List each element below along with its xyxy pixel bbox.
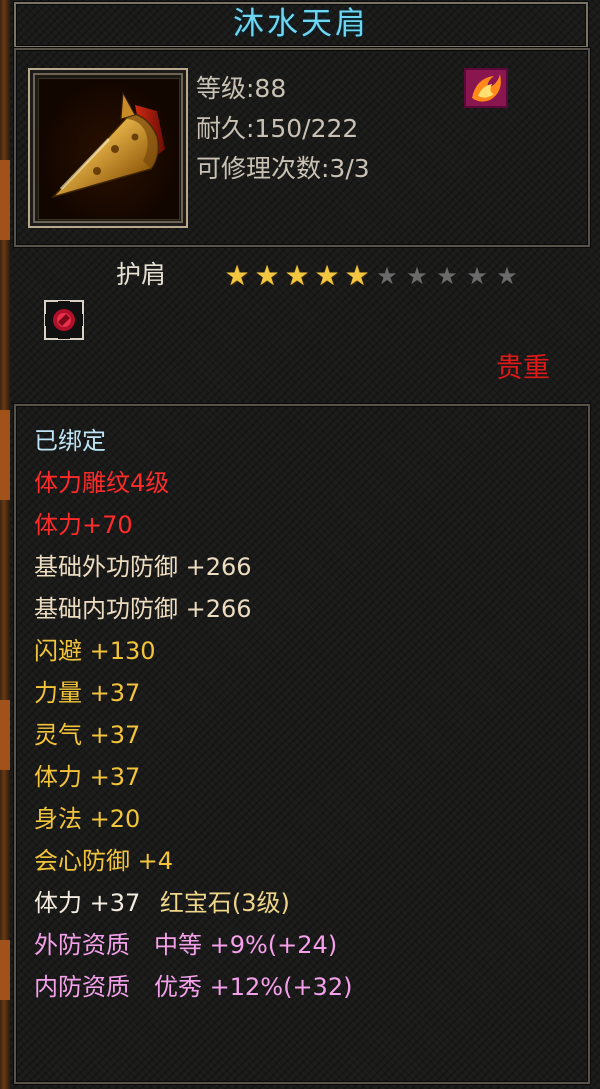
star-filled-icon: ★: [284, 259, 310, 292]
item-level: 等级:88: [196, 74, 287, 103]
item-type: 护肩: [116, 260, 167, 289]
item-tooltip: 沐水天肩 等级:88 耐久:150/222 可修理次数:3/3 护肩 ★ ★ ★…: [0, 0, 600, 1089]
crit-defense-stat: 会心防御 +4: [34, 847, 174, 875]
strength-stat: 力量 +37: [34, 679, 141, 707]
engrave-line: 体力雕纹4级: [34, 469, 170, 497]
item-icon-slot[interactable]: [28, 68, 188, 228]
star-filled-icon: ★: [344, 259, 370, 292]
gem-socket-icon[interactable]: [44, 300, 84, 340]
outer-defense-quality: 外防资质 中等 +9%(+24): [34, 931, 338, 959]
dodge-stat: 闪避 +130: [34, 637, 156, 665]
star-filled-icon: ★: [314, 259, 340, 292]
base-inner-defense: 基础内功防御 +266: [34, 595, 252, 623]
star-filled-icon: ★: [254, 259, 280, 292]
item-durability: 耐久:150/222: [196, 114, 359, 143]
engrave-bonus: 体力+70: [34, 511, 133, 539]
bound-status: 已绑定: [34, 427, 106, 455]
gem-stat-line: 体力 +37 红宝石(3级): [34, 886, 290, 920]
gem-name: 红宝石(3级): [159, 889, 290, 917]
star-empty-icon: ★: [406, 262, 428, 290]
star-rating: ★ ★ ★ ★ ★ ★ ★ ★ ★ ★: [222, 261, 522, 291]
quality-label: 贵重: [496, 353, 550, 384]
shoulder-armor-icon: [50, 91, 165, 199]
base-outer-defense: 基础外功防御 +266: [34, 553, 252, 581]
item-repair-count: 可修理次数:3/3: [196, 154, 370, 183]
rank-emblem-icon: [464, 68, 508, 108]
gem-stat: 体力 +37: [34, 889, 141, 917]
star-empty-icon: ★: [376, 262, 398, 290]
agility-stat: 身法 +20: [34, 805, 141, 833]
star-filled-icon: ★: [224, 259, 250, 292]
star-empty-icon: ★: [466, 262, 488, 290]
star-empty-icon: ★: [496, 262, 518, 290]
star-empty-icon: ★: [436, 262, 458, 290]
stamina-stat: 体力 +37: [34, 763, 141, 791]
inner-defense-quality: 内防资质 优秀 +12%(+32): [34, 973, 353, 1001]
left-border-strip: [0, 0, 10, 1089]
item-name: 沐水天肩: [233, 6, 369, 42]
spirit-stat: 灵气 +37: [34, 721, 141, 749]
